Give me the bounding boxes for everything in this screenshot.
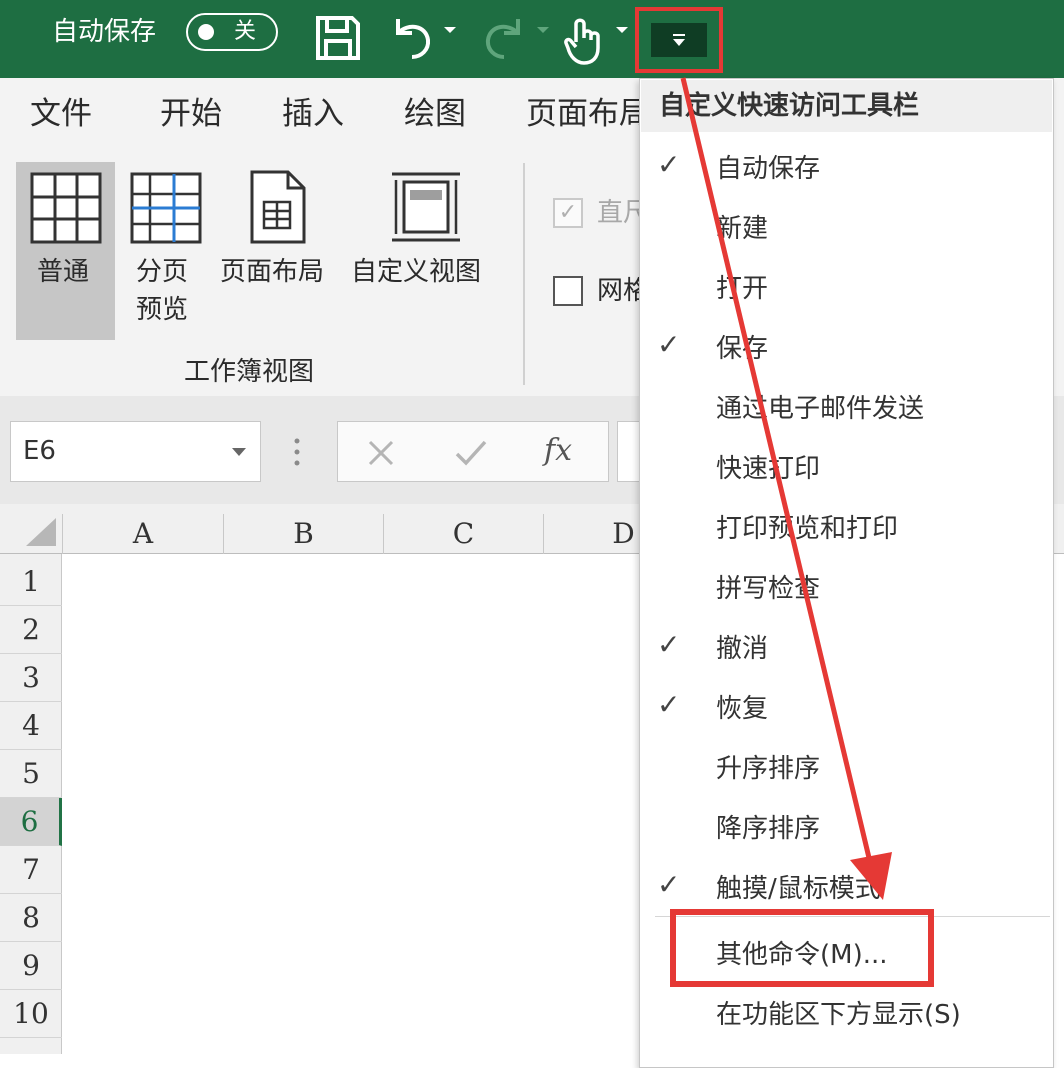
row-header-6[interactable]: 6 bbox=[0, 798, 62, 846]
menu-item-spelling[interactable]: 拼写检查 bbox=[716, 571, 820, 607]
menu-item-save[interactable]: 保存 bbox=[716, 331, 768, 367]
custom-views-label: 自定义视图 bbox=[351, 257, 482, 287]
row-header-10[interactable]: 10 bbox=[0, 990, 62, 1038]
menu-item-open[interactable]: 打开 bbox=[716, 271, 768, 307]
custom-views-icon[interactable] bbox=[388, 170, 464, 244]
menu-item-autosave[interactable]: 自动保存 bbox=[716, 151, 820, 187]
select-all-icon[interactable] bbox=[20, 514, 58, 548]
name-box-dropdown-icon[interactable] bbox=[232, 448, 246, 456]
menu-item-new[interactable]: 新建 bbox=[716, 211, 768, 247]
save-icon[interactable] bbox=[314, 14, 362, 62]
tab-home[interactable]: 开始 bbox=[160, 94, 222, 134]
autosave-label: 自动保存 bbox=[52, 17, 157, 47]
tab-insert[interactable]: 插入 bbox=[282, 94, 344, 134]
menu-item-email[interactable]: 通过电子邮件发送 bbox=[716, 391, 924, 427]
redo-dropdown-icon bbox=[537, 27, 549, 33]
tab-file[interactable]: 文件 bbox=[30, 94, 92, 134]
workbook-views-group-label: 工作簿视图 bbox=[184, 357, 315, 387]
page-break-label-1: 分页 bbox=[136, 257, 189, 287]
tab-draw[interactable]: 绘图 bbox=[404, 94, 466, 134]
menu-item-show-below-ribbon[interactable]: 在功能区下方显示(S) bbox=[716, 997, 961, 1033]
toggle-knob bbox=[198, 24, 214, 40]
undo-icon[interactable] bbox=[388, 14, 436, 62]
row-header-7[interactable]: 7 bbox=[0, 846, 62, 894]
menu-item-sort-ascending[interactable]: 升序排序 bbox=[716, 751, 820, 787]
title-bar bbox=[0, 0, 1064, 78]
normal-view-label: 普通 bbox=[37, 257, 90, 287]
enter-check-icon[interactable] bbox=[454, 438, 488, 468]
insert-function-icon[interactable]: fx bbox=[544, 432, 572, 470]
cell-grid[interactable] bbox=[63, 554, 639, 1054]
page-break-label-2: 预览 bbox=[136, 295, 189, 325]
menu-item-print-preview[interactable]: 打印预览和打印 bbox=[716, 511, 898, 547]
row-header-9[interactable]: 9 bbox=[0, 942, 62, 990]
row-header-8[interactable]: 8 bbox=[0, 894, 62, 942]
page-break-preview-icon[interactable] bbox=[130, 172, 202, 244]
page-layout-label: 页面布局 bbox=[220, 257, 325, 287]
cancel-icon[interactable] bbox=[366, 438, 396, 468]
grip-icon[interactable] bbox=[292, 436, 302, 468]
row-header-4[interactable]: 4 bbox=[0, 702, 62, 750]
menu-title: 自定义快速访问工具栏 bbox=[659, 91, 920, 121]
customize-dropdown-icon bbox=[673, 34, 685, 46]
formula-buttons: fx bbox=[337, 421, 609, 482]
redo-icon bbox=[485, 19, 520, 59]
row-header-3[interactable]: 3 bbox=[0, 654, 62, 702]
column-header-c[interactable]: C bbox=[384, 504, 543, 554]
row-header-5[interactable]: 5 bbox=[0, 750, 62, 798]
menu-item-quick-print[interactable]: 快速打印 bbox=[716, 451, 820, 487]
gridlines-checkbox[interactable] bbox=[553, 276, 583, 306]
ruler-checkbox[interactable]: ✓ bbox=[553, 198, 583, 228]
autosave-toggle[interactable]: 关 bbox=[186, 13, 278, 51]
checkmark-icon: ✓ bbox=[657, 148, 681, 181]
tab-page-layout[interactable]: 页面布局 bbox=[526, 94, 650, 134]
menu-item-redo[interactable]: 恢复 bbox=[716, 691, 768, 727]
column-header-b[interactable]: B bbox=[224, 504, 383, 554]
name-box-value: E6 bbox=[23, 436, 56, 466]
column-header-a[interactable]: A bbox=[63, 504, 223, 554]
row-header-2[interactable]: 2 bbox=[0, 606, 62, 654]
page-layout-icon[interactable] bbox=[250, 170, 306, 244]
name-box[interactable]: E6 bbox=[10, 421, 261, 482]
touch-dropdown-icon[interactable] bbox=[614, 24, 630, 36]
more-commands-highlight bbox=[670, 909, 934, 987]
row-header-1[interactable]: 1 bbox=[0, 558, 62, 606]
checkmark-icon: ✓ bbox=[657, 628, 681, 661]
menu-item-touch-mode[interactable]: 触摸/鼠标模式 bbox=[716, 871, 881, 907]
touch-mode-icon[interactable] bbox=[560, 14, 606, 66]
customize-qat-button[interactable] bbox=[635, 7, 723, 73]
checkmark-icon: ✓ bbox=[657, 328, 681, 361]
menu-item-sort-descending[interactable]: 降序排序 bbox=[716, 811, 820, 847]
normal-view-icon bbox=[30, 172, 102, 244]
menu-item-undo[interactable]: 撤消 bbox=[716, 631, 768, 667]
checkmark-icon: ✓ bbox=[657, 868, 681, 901]
group-separator bbox=[523, 163, 525, 385]
autosave-state: 关 bbox=[234, 19, 257, 44]
undo-dropdown-icon[interactable] bbox=[442, 24, 458, 36]
checkmark-icon: ✓ bbox=[657, 688, 681, 721]
